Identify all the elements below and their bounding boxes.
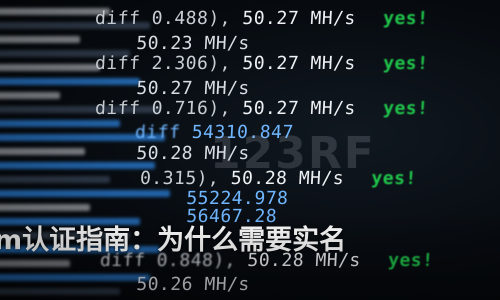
log-line: 50.23 MH/s <box>124 33 277 55</box>
hash-rate: 50.27 MH/s <box>135 78 251 99</box>
diff-value: diff <box>134 122 181 143</box>
accepted-status: yes! <box>382 8 430 29</box>
diff-value: diff 0.488), <box>94 8 232 29</box>
diff-value: diff 0.716), <box>94 98 232 119</box>
overlay-title: m认证指南：为什么需要实名 <box>0 225 347 256</box>
log-line: diff 0.716), 50.27 MH/s yes! <box>94 98 429 120</box>
hash-rate: 50.27 MH/s <box>241 8 357 29</box>
hash-rate: 50.27 MH/s <box>241 53 357 74</box>
watermark: 123RF <box>210 128 376 179</box>
diff-value: 0.315), <box>139 168 220 189</box>
hash-rate: 50.26 MH/s <box>135 274 251 295</box>
log-line: diff 2.306), 50.27 MH/s yes! <box>94 53 429 75</box>
diff-value: diff 2.306), <box>94 53 232 74</box>
accepted-status: yes! <box>382 53 430 74</box>
log-line: 50.27 MH/s <box>124 78 277 100</box>
hash-rate: 50.27 MH/s <box>241 98 357 119</box>
accepted-status: yes! <box>370 168 418 189</box>
accepted-status: yes! <box>382 98 430 119</box>
terminal-screenshot: diff 0.488), 50.27 MH/s yes! 50.23 MH/s … <box>0 0 500 300</box>
log-line: 50.26 MH/s <box>124 274 277 296</box>
hash-rate: 50.23 MH/s <box>135 33 251 54</box>
log-line: diff 0.488), 50.27 MH/s yes! <box>94 8 429 30</box>
